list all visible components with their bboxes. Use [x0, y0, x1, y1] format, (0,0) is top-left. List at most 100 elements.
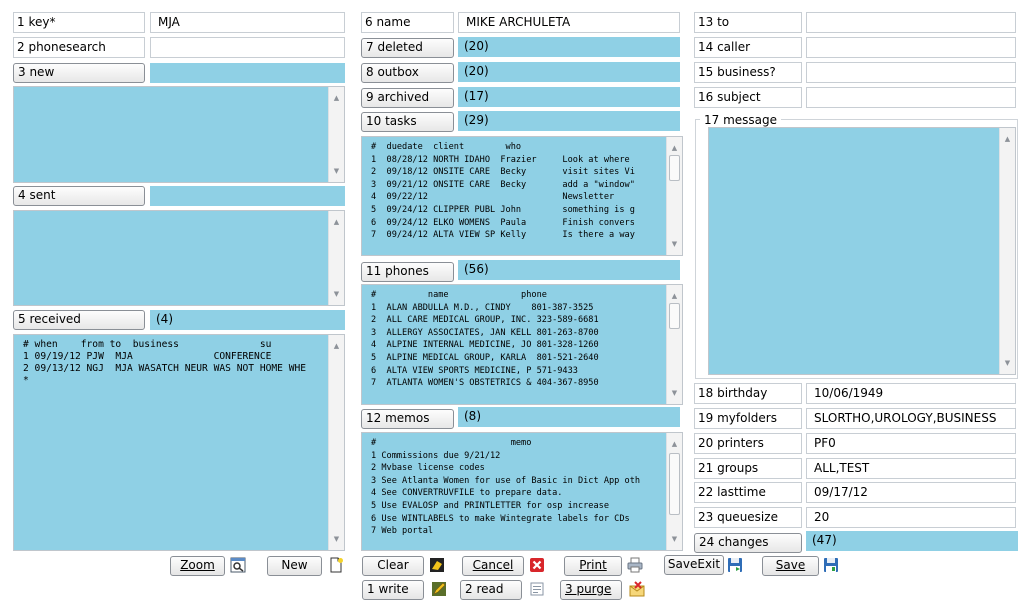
groups-field[interactable]: ALL,TEST: [806, 458, 1016, 479]
received-list-scrollbar[interactable]: ▲ ▼: [328, 335, 344, 550]
subject-field[interactable]: [806, 87, 1016, 108]
lasttime-field[interactable]: 09/17/12: [806, 482, 1016, 503]
myfolders-label: 19 myfolders: [694, 408, 802, 429]
message-textarea[interactable]: ▲ ▼: [708, 127, 1016, 375]
tasks-list-text[interactable]: # duedate client who 1 08/28/12 NORTH ID…: [371, 141, 664, 242]
key-label: 1 key*: [13, 12, 145, 33]
saveexit-button[interactable]: SaveExit: [664, 555, 724, 575]
printers-label: 20 printers: [694, 433, 802, 454]
write-button[interactable]: 1 write: [362, 580, 424, 600]
zoom-button[interactable]: Zoom: [170, 556, 225, 576]
myfolders-field[interactable]: SLORTHO,UROLOGY,BUSINESS: [806, 408, 1016, 429]
cancel-button[interactable]: Cancel: [462, 556, 524, 576]
clear-button[interactable]: Clear: [362, 556, 424, 576]
scroll-down-icon[interactable]: ▼: [667, 237, 682, 251]
saveexit-button-label: SaveExit: [667, 557, 721, 571]
birthday-field[interactable]: 10/06/1949: [806, 383, 1016, 404]
new-record-button[interactable]: New: [267, 556, 322, 576]
save-button-label: Save: [775, 558, 806, 572]
eraser-icon[interactable]: [429, 557, 445, 573]
purge-button[interactable]: 3 purge: [560, 580, 622, 600]
scroll-down-icon[interactable]: ▼: [329, 164, 344, 178]
scroll-up-icon[interactable]: ▲: [329, 215, 344, 229]
caller-field[interactable]: [806, 37, 1016, 58]
key-field[interactable]: MJA: [150, 12, 345, 33]
clear-button-label: Clear: [377, 558, 409, 572]
deleted-button[interactable]: 7 deleted: [361, 38, 454, 58]
received-button[interactable]: 5 received: [13, 310, 145, 330]
write-pencil-icon[interactable]: [431, 581, 447, 597]
received-list-text[interactable]: # when from to business su 1 09/19/12 PJ…: [23, 339, 326, 387]
phonesearch-label: 2 phonesearch: [13, 37, 145, 58]
scroll-up-icon[interactable]: ▲: [329, 91, 344, 105]
scroll-down-icon[interactable]: ▼: [329, 287, 344, 301]
save-button[interactable]: Save: [762, 556, 819, 576]
phonesearch-field[interactable]: [150, 37, 345, 58]
printer-icon[interactable]: [627, 557, 643, 573]
memos-list[interactable]: # memo 1 Commissions due 9/21/12 2 Mvbas…: [361, 432, 683, 551]
sent-button[interactable]: 4 sent: [13, 186, 145, 206]
name-label: 6 name: [361, 12, 454, 33]
print-button-label: Print: [579, 558, 607, 572]
received-list[interactable]: # when from to business su 1 09/19/12 PJ…: [13, 334, 345, 551]
sent-count: [150, 186, 345, 206]
printers-field[interactable]: PF0: [806, 433, 1016, 454]
new-document-icon[interactable]: [328, 557, 344, 573]
to-field[interactable]: [806, 12, 1016, 33]
scroll-up-icon[interactable]: ▲: [329, 339, 344, 353]
scroll-thumb[interactable]: [669, 453, 680, 515]
to-label: 13 to: [694, 12, 802, 33]
new-button[interactable]: 3 new: [13, 63, 145, 83]
write-button-label: 1 write: [367, 582, 409, 596]
subject-label: 16 subject: [694, 87, 802, 108]
deleted-count: (20): [458, 37, 680, 57]
read-document-icon[interactable]: [529, 581, 545, 597]
changes-button[interactable]: 24 changes: [694, 533, 802, 553]
scroll-thumb[interactable]: [669, 155, 680, 181]
memos-list-scrollbar[interactable]: ▲ ▼: [666, 433, 682, 550]
tasks-button[interactable]: 10 tasks: [361, 112, 454, 132]
message-scrollbar[interactable]: ▲ ▼: [999, 128, 1015, 374]
scroll-down-icon[interactable]: ▼: [1000, 356, 1015, 370]
read-button-label: 2 read: [465, 582, 504, 596]
floppy-icon[interactable]: [823, 557, 839, 573]
scroll-up-icon[interactable]: ▲: [667, 141, 682, 155]
phones-list-text[interactable]: # name phone 1 ALAN ABDULLA M.D., CINDY …: [371, 289, 664, 390]
print-button[interactable]: Print: [564, 556, 622, 576]
queuesize-field[interactable]: 20: [806, 507, 1016, 528]
zoom-window-icon[interactable]: [230, 557, 246, 573]
memos-button[interactable]: 12 memos: [361, 409, 454, 429]
scroll-down-icon[interactable]: ▼: [329, 532, 344, 546]
sent-list[interactable]: ▲ ▼: [13, 210, 345, 306]
received-count: (4): [150, 310, 345, 330]
new-list[interactable]: ▲ ▼: [13, 86, 345, 183]
phones-button[interactable]: 11 phones: [361, 262, 454, 282]
cancel-button-label: Cancel: [472, 558, 514, 572]
archived-button[interactable]: 9 archived: [361, 88, 454, 108]
business-field[interactable]: [806, 62, 1016, 83]
tasks-list-scrollbar[interactable]: ▲ ▼: [666, 137, 682, 255]
new-count: [150, 63, 345, 83]
birthday-label: 18 birthday: [694, 383, 802, 404]
sent-list-scrollbar[interactable]: ▲ ▼: [328, 211, 344, 305]
changes-count: (47): [806, 531, 1018, 551]
outbox-count: (20): [458, 62, 680, 82]
groups-label: 21 groups: [694, 458, 802, 479]
outbox-button[interactable]: 8 outbox: [361, 63, 454, 83]
scroll-up-icon[interactable]: ▲: [667, 437, 682, 451]
scroll-thumb[interactable]: [669, 303, 680, 329]
read-button[interactable]: 2 read: [460, 580, 522, 600]
name-field[interactable]: MIKE ARCHULETA: [458, 12, 680, 33]
memos-list-text[interactable]: # memo 1 Commissions due 9/21/12 2 Mvbas…: [371, 437, 664, 538]
scroll-up-icon[interactable]: ▲: [667, 289, 682, 303]
scroll-up-icon[interactable]: ▲: [1000, 132, 1015, 146]
phones-list-scrollbar[interactable]: ▲ ▼: [666, 285, 682, 404]
tasks-list[interactable]: # duedate client who 1 08/28/12 NORTH ID…: [361, 136, 683, 256]
scroll-down-icon[interactable]: ▼: [667, 532, 682, 546]
floppy-exit-icon[interactable]: [727, 557, 743, 573]
purge-envelope-icon[interactable]: [629, 581, 645, 597]
scroll-down-icon[interactable]: ▼: [667, 386, 682, 400]
red-x-icon[interactable]: [529, 557, 545, 573]
new-list-scrollbar[interactable]: ▲ ▼: [328, 87, 344, 182]
phones-list[interactable]: # name phone 1 ALAN ABDULLA M.D., CINDY …: [361, 284, 683, 405]
